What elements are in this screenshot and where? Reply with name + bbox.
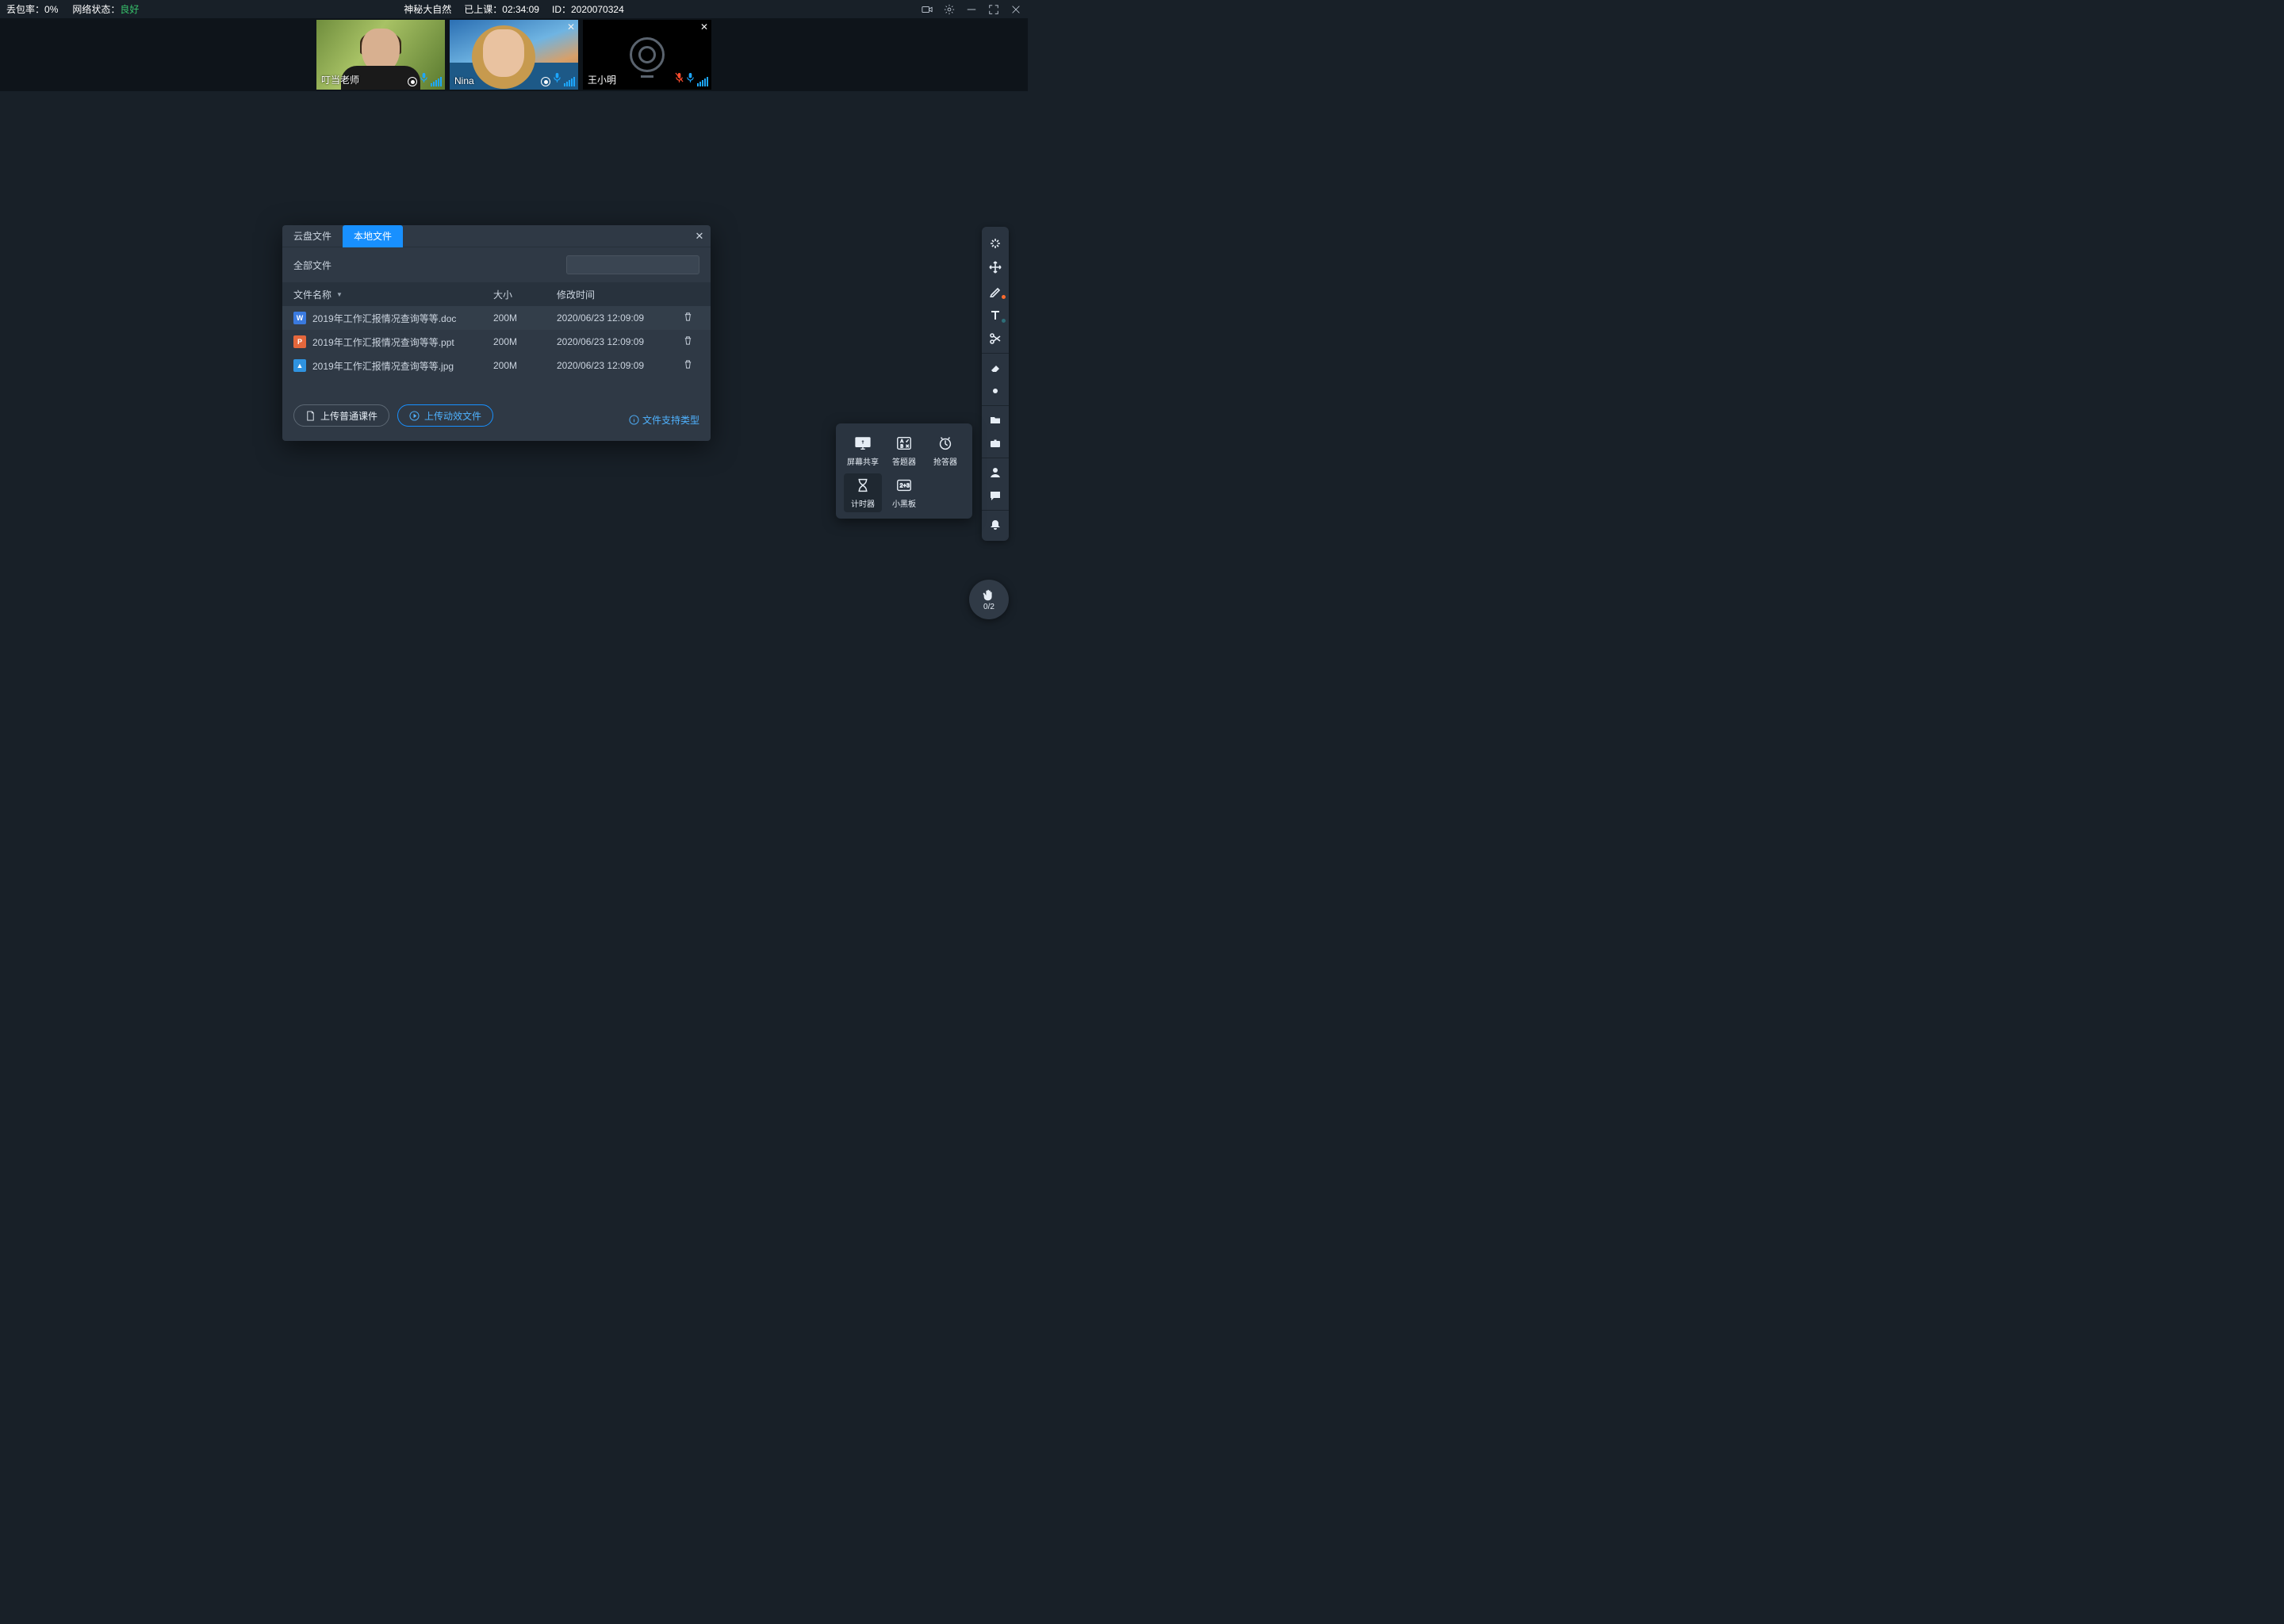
video-tile-student-1[interactable]: ✕ Nina — [450, 20, 578, 90]
document-icon — [305, 411, 316, 421]
room-title: 神秘大自然 — [404, 2, 451, 16]
column-size[interactable]: 大小 — [493, 288, 557, 301]
record-icon[interactable] — [922, 4, 933, 15]
answer-icon: A✓B✕ — [893, 435, 915, 452]
bell-tool[interactable] — [982, 510, 1009, 536]
hand-count: 0/2 — [983, 603, 994, 611]
network-status: 网络状态：良好 — [72, 2, 139, 16]
column-time[interactable]: 修改时间 — [557, 288, 676, 301]
file-size: 200M — [493, 312, 557, 324]
word-file-icon: W — [293, 312, 306, 324]
top-bar: 丢包率：0% 网络状态：良好 神秘大自然 已上课：02:34:09 ID：202… — [0, 0, 1028, 18]
timer-icon — [852, 477, 874, 494]
buzzer-button[interactable]: 抢答器 — [926, 431, 964, 470]
chat-tool[interactable] — [982, 484, 1009, 508]
file-size: 200M — [493, 336, 557, 347]
video-tile-student-2[interactable]: ✕ 王小明 — [583, 20, 711, 90]
signal-icon — [564, 77, 575, 86]
settings-icon[interactable] — [944, 4, 955, 15]
tab-cloud-files[interactable]: 云盘文件 — [282, 225, 343, 247]
answer-button[interactable]: A✓B✕ 答题器 — [885, 431, 923, 470]
video-tile-teacher[interactable]: 叮当老师 — [316, 20, 445, 90]
delete-file-icon[interactable] — [676, 335, 699, 348]
participant-name: 叮当老师 — [321, 73, 359, 86]
room-id: ID：2020070324 — [552, 2, 624, 16]
members-tool[interactable] — [982, 458, 1009, 484]
file-time: 2020/06/23 12:09:09 — [557, 312, 676, 324]
delete-file-icon[interactable] — [676, 359, 699, 372]
raise-hand-button[interactable]: 0/2 — [969, 580, 1009, 619]
svg-text:B: B — [900, 445, 903, 450]
mic-on-icon — [686, 72, 695, 86]
file-tool[interactable] — [982, 405, 1009, 431]
elapsed-time: 已上课：02:34:09 — [464, 2, 539, 16]
screen-share-icon — [852, 435, 874, 452]
file-name: 2019年工作汇报情况查询等等.jpg — [312, 359, 493, 373]
signal-icon — [431, 77, 442, 86]
mic-muted-icon — [675, 72, 684, 86]
participant-name: 王小明 — [588, 73, 616, 86]
ppt-file-icon: P — [293, 335, 306, 348]
signal-icon — [697, 77, 708, 86]
camera-on-icon — [541, 77, 550, 86]
pen-tool[interactable] — [982, 279, 1009, 303]
tools-popup: 屏幕共享 A✓B✕ 答题器 抢答器 计时器 2+3 小黑板 — [836, 423, 972, 519]
toolbox-tool[interactable] — [982, 431, 1009, 455]
camera-off-icon — [630, 37, 665, 72]
participant-name: Nina — [454, 75, 474, 86]
buzzer-icon — [934, 435, 956, 452]
pointer-tool[interactable] — [982, 232, 1009, 255]
mic-on-icon — [420, 72, 428, 86]
upload-normal-button[interactable]: 上传普通课件 — [293, 404, 389, 427]
info-icon — [629, 415, 639, 425]
blackboard-icon: 2+3 — [893, 477, 915, 494]
tab-local-files[interactable]: 本地文件 — [343, 225, 403, 247]
table-body: W 2019年工作汇报情况查询等等.doc 200M 2020/06/23 12… — [282, 306, 711, 377]
scissors-tool[interactable] — [982, 327, 1009, 350]
move-tool[interactable] — [982, 255, 1009, 279]
image-file-icon: ▲ — [293, 359, 306, 372]
file-name: 2019年工作汇报情况查询等等.ppt — [312, 335, 493, 349]
upload-animated-button[interactable]: 上传动效文件 — [397, 404, 493, 427]
mic-on-icon — [553, 72, 561, 86]
tile-close-icon[interactable]: ✕ — [700, 21, 708, 33]
svg-text:✕: ✕ — [906, 445, 910, 450]
delete-file-icon[interactable] — [676, 312, 699, 324]
search-input[interactable] — [566, 255, 699, 274]
modal-close-icon[interactable]: ✕ — [688, 230, 711, 243]
supported-types-link[interactable]: 文件支持类型 — [629, 413, 699, 427]
play-icon — [409, 411, 420, 421]
tile-close-icon[interactable]: ✕ — [567, 21, 575, 33]
modal-tabs: 云盘文件 本地文件 ✕ — [282, 225, 711, 247]
file-time: 2020/06/23 12:09:09 — [557, 336, 676, 347]
text-tool[interactable] — [982, 303, 1009, 327]
screen-share-button[interactable]: 屏幕共享 — [844, 431, 882, 470]
file-time: 2020/06/23 12:09:09 — [557, 360, 676, 371]
breadcrumb: 全部文件 — [293, 259, 331, 272]
file-size: 200M — [493, 360, 557, 371]
right-toolbar — [982, 227, 1009, 541]
close-icon[interactable] — [1010, 4, 1021, 15]
file-name: 2019年工作汇报情况查询等等.doc — [312, 312, 493, 325]
brush-size-tool[interactable] — [982, 379, 1009, 403]
camera-on-icon — [408, 77, 417, 86]
svg-text:A: A — [900, 439, 903, 444]
table-row[interactable]: ▲ 2019年工作汇报情况查询等等.jpg 200M 2020/06/23 12… — [282, 354, 711, 377]
timer-button[interactable]: 计时器 — [844, 473, 882, 512]
file-modal: 云盘文件 本地文件 ✕ 全部文件 文件名称 ▼ 大小 修改时间 W 2019年工… — [282, 225, 711, 441]
table-row[interactable]: P 2019年工作汇报情况查询等等.ppt 200M 2020/06/23 12… — [282, 330, 711, 354]
video-strip: 叮当老师 ✕ Nina ✕ 王小明 — [0, 18, 1028, 91]
maximize-icon[interactable] — [988, 4, 999, 15]
blackboard-button[interactable]: 2+3 小黑板 — [885, 473, 923, 512]
svg-text:✓: ✓ — [906, 439, 910, 444]
table-header: 文件名称 ▼ 大小 修改时间 — [282, 282, 711, 306]
minimize-icon[interactable] — [966, 4, 977, 15]
hand-icon — [982, 588, 996, 602]
packet-loss: 丢包率：0% — [6, 2, 58, 16]
column-name[interactable]: 文件名称 ▼ — [293, 288, 493, 301]
table-row[interactable]: W 2019年工作汇报情况查询等等.doc 200M 2020/06/23 12… — [282, 306, 711, 330]
eraser-tool[interactable] — [982, 353, 1009, 379]
svg-text:2+3: 2+3 — [900, 482, 910, 489]
sort-icon: ▼ — [336, 291, 343, 298]
